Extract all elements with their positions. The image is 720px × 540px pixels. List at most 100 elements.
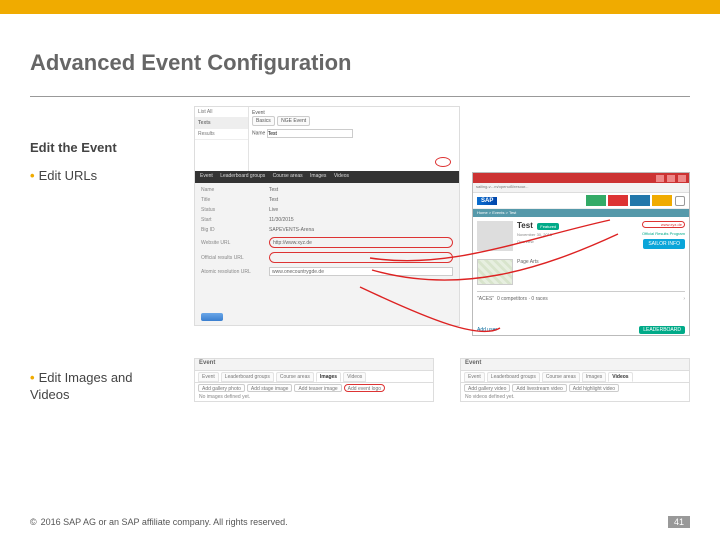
title-divider	[30, 96, 690, 97]
event-date: November 30, 2015	[517, 232, 559, 237]
copyright-icon: ©	[30, 517, 37, 527]
copyright-text: 2016 SAP AG or an SAP affiliate company.…	[41, 517, 288, 527]
tabstrip-tabs: Event Leaderboard groups Course areas Im…	[461, 371, 689, 383]
bullet-edit-images: •Edit Images and Videos	[30, 370, 170, 404]
field-label: Status	[201, 207, 269, 213]
sidebar-item[interactable]: List All	[195, 107, 248, 118]
field-value: Test	[269, 197, 453, 203]
bullet-icon: •	[30, 168, 35, 183]
bullet-icon: •	[30, 370, 35, 385]
website-url-value[interactable]: http://www.xyz.de	[269, 237, 453, 248]
field-label: Start	[201, 217, 269, 223]
add-gallery-video-button[interactable]: Add gallery video	[464, 384, 510, 392]
tab[interactable]: Images	[582, 372, 606, 382]
header-name-row: Name	[252, 129, 456, 138]
sailor-info-button[interactable]: SAILOR INFO	[643, 239, 685, 249]
official-results-link[interactable]: Official Results Program	[642, 231, 685, 236]
overview-link[interactable]: Overview	[517, 239, 559, 244]
nav-tile[interactable]	[652, 195, 672, 206]
header-name-label: Name	[252, 131, 265, 137]
map-thumbnail[interactable]	[477, 259, 513, 285]
breadcrumb-bar[interactable]: Home > Events > Test	[473, 209, 689, 217]
add-stage-image-button[interactable]: Add stage image	[247, 384, 293, 392]
images-empty-text: No images defined yet.	[195, 393, 433, 401]
bullet-edit-images-text: Edit Images and Videos	[30, 370, 133, 402]
dark-tab[interactable]: Course areas	[273, 173, 303, 179]
field-label: Big ID	[201, 227, 269, 233]
address-bar[interactable]: sailing-v-..m/openui5/resour...	[473, 183, 689, 193]
videos-empty-text: No videos defined yet.	[461, 393, 689, 401]
add-event-logo-button[interactable]: Add event logo	[344, 384, 385, 392]
add-teaser-image-button[interactable]: Add teaser image	[294, 384, 341, 392]
sap-header: SAP	[473, 193, 689, 209]
tab[interactable]: Course areas	[276, 372, 314, 382]
tabstrip-actions: Add gallery video Add livestream video A…	[461, 383, 689, 393]
tab-basics[interactable]: Basics	[252, 116, 275, 126]
tab-images[interactable]: Images	[316, 372, 341, 382]
header-name-input[interactable]	[267, 129, 353, 138]
slide-footer: © 2016 SAP AG or an SAP affiliate compan…	[30, 516, 690, 528]
dark-tab[interactable]: Leaderboard groups	[220, 173, 265, 179]
add-gallery-photo-button[interactable]: Add gallery photo	[198, 384, 245, 392]
tab[interactable]: Event	[464, 372, 485, 382]
bullet-edit-urls: • Edit URLs	[30, 168, 97, 183]
field-value: Test	[269, 187, 453, 193]
admin-header-tabs: Basics NGE Event	[252, 116, 456, 126]
search-icon[interactable]	[675, 196, 685, 206]
slide-root: Advanced Event Configuration Edit the Ev…	[0, 0, 720, 540]
tab[interactable]: Videos	[343, 372, 366, 382]
page-number: 41	[668, 516, 690, 528]
event-hero-right: www.xyz.de Official Results Program SAIL…	[642, 221, 685, 249]
bullet-edit-urls-text: Edit URLs	[39, 168, 98, 183]
admin-form-body: NameTest TitleTest StatusLive Start11/30…	[195, 183, 459, 325]
window-min-icon[interactable]	[656, 175, 664, 182]
tab[interactable]: Leaderboard groups	[487, 372, 540, 382]
dark-tab[interactable]: Event	[200, 173, 213, 179]
nav-tile[interactable]	[586, 195, 606, 206]
divider	[477, 291, 685, 292]
edit-button[interactable]	[201, 313, 223, 321]
field-label: Title	[201, 197, 269, 203]
field-label: Name	[201, 187, 269, 193]
window-max-icon[interactable]	[667, 175, 675, 182]
official-results-url-value[interactable]	[269, 252, 453, 263]
add-livestream-video-button[interactable]: Add livestream video	[512, 384, 566, 392]
field-label: Website URL	[201, 240, 269, 246]
dark-tab[interactable]: Images	[310, 173, 326, 179]
add-user-link[interactable]: Add user	[477, 327, 497, 333]
featured-badge: Featured	[537, 223, 559, 230]
admin-sidebar: List All Texts Results	[195, 107, 249, 171]
add-highlight-video-button[interactable]: Add highlight video	[569, 384, 619, 392]
event-site-link[interactable]: www.xyz.de	[642, 221, 685, 228]
nav-tile[interactable]	[608, 195, 628, 206]
atomic-url-value[interactable]: www.onecountrygde.de	[269, 267, 453, 276]
tabstrip-head: Event	[195, 359, 433, 371]
tab[interactable]: Event	[198, 372, 219, 382]
event-thumbnail	[477, 221, 513, 251]
brand-stripe	[0, 0, 720, 14]
browser-screenshot: sailing-v-..m/openui5/resour... SAP Home…	[472, 172, 690, 336]
tab[interactable]: Course areas	[542, 372, 580, 382]
tabstrip-tabs: Event Leaderboard groups Course areas Im…	[195, 371, 433, 383]
leaderboard-button[interactable]: LEADERBOARD	[639, 326, 685, 334]
nav-tile[interactable]	[630, 195, 650, 206]
tabstrip-actions: Add gallery photo Add stage image Add te…	[195, 383, 433, 393]
tab[interactable]: Leaderboard groups	[221, 372, 274, 382]
admin-dark-tabs: Event Leaderboard groups Course areas Im…	[195, 171, 459, 183]
tab-nge[interactable]: NGE Event	[277, 116, 310, 126]
sidebar-item[interactable]: Texts	[195, 118, 248, 129]
edit-callout-circle	[435, 157, 451, 167]
dark-tab[interactable]: Videos	[334, 173, 349, 179]
tab-videos[interactable]: Videos	[608, 372, 632, 382]
field-value: 11/30/2015	[269, 217, 453, 223]
field-label: Official results URL	[201, 255, 269, 261]
slide-title: Advanced Event Configuration	[30, 50, 351, 76]
event-name: Test	[517, 221, 533, 230]
admin-header: Event Basics NGE Event Name	[249, 107, 459, 171]
videos-tabstrip: Event Event Leaderboard groups Course ar…	[460, 358, 690, 402]
races-label: "ACES"	[477, 296, 494, 302]
chevron-right-icon: ›	[683, 296, 685, 302]
window-close-icon[interactable]	[678, 175, 686, 182]
sidebar-item[interactable]: Results	[195, 129, 248, 140]
races-row[interactable]: "ACES" 0 competitors · 0 races ›	[477, 296, 685, 302]
